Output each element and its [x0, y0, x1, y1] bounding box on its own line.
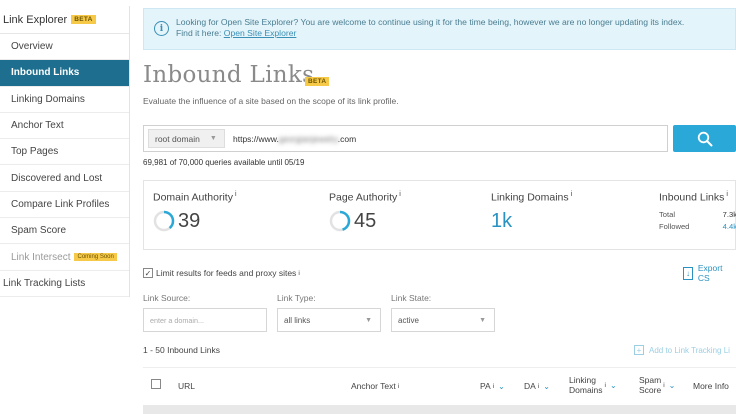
table-first-row	[143, 405, 736, 414]
sidebar-item-link-tracking-lists[interactable]: Link Tracking Lists	[0, 271, 129, 297]
link-state-select[interactable]: active ▼	[391, 308, 495, 332]
column-linking-domains[interactable]: Linking Domains i ⌄	[569, 375, 617, 395]
da-ring-icon	[153, 210, 175, 232]
sidebar-item-top-pages[interactable]: Top Pages	[0, 139, 129, 166]
sidebar-item-anchor-text[interactable]: Anchor Text	[0, 113, 129, 140]
notice-banner: i Looking for Open Site Explorer? You ar…	[143, 8, 736, 50]
sidebar-item-inbound-links[interactable]: Inbound Links	[0, 60, 129, 87]
inbound-total-row: Total 7.3k	[659, 209, 736, 219]
query-quota: 69,981 of 70,000 queries available until…	[143, 158, 305, 167]
chevron-down-icon: ⌄	[668, 380, 676, 390]
beta-badge: BETA	[71, 15, 96, 24]
metric-value: 39	[153, 210, 237, 233]
plus-icon: +	[634, 345, 644, 355]
metric-domain-authority: Domain Authority i 39	[153, 191, 237, 233]
sidebar-item-label: Spam Score	[11, 225, 67, 237]
link-source-input[interactable]: enter a domain...	[143, 308, 267, 332]
metric-page-authority: Page Authority i 45	[329, 191, 401, 233]
sidebar-item-label: Link Tracking Lists	[3, 277, 86, 289]
sidebar-item-label: Link Intersect	[11, 251, 71, 263]
sidebar-item-link-intersect: Link Intersect Coming Soon	[0, 244, 129, 271]
page-subtitle: Evaluate the influence of a site based o…	[143, 96, 399, 106]
link-state-label: Link State:	[391, 293, 432, 303]
chevron-down-icon: ⌄	[543, 381, 550, 391]
select-all-checkbox[interactable]	[151, 379, 161, 389]
pa-ring-icon	[329, 210, 351, 232]
sidebar-item-overview[interactable]: Overview	[0, 34, 129, 61]
link-type-label: Link Type:	[277, 293, 316, 303]
scope-value: root domain	[155, 133, 200, 144]
notice-text: Looking for Open Site Explorer? You are …	[176, 17, 684, 39]
sidebar-item-label: Linking Domains	[11, 93, 85, 105]
page-title: Inbound Links	[143, 62, 315, 88]
sidebar-title: Link Explorer	[3, 13, 68, 26]
notice-line-1: Looking for Open Site Explorer? You are …	[176, 17, 685, 27]
download-icon: ↓	[683, 266, 693, 280]
open-site-explorer-link[interactable]: Open Site Explorer	[224, 28, 297, 38]
metric-value[interactable]: 1k	[491, 210, 572, 233]
column-url[interactable]: URL	[178, 381, 195, 391]
metric-linking-domains: Linking Domains i 1k	[491, 191, 572, 233]
link-type-value: all links	[284, 315, 311, 325]
url-suffix: .com	[337, 133, 357, 144]
column-more-info[interactable]: More Info	[693, 381, 729, 391]
scope-select[interactable]: root domain ▼	[148, 129, 225, 148]
search-icon	[697, 131, 712, 146]
sidebar-item-spam-score[interactable]: Spam Score	[0, 218, 129, 245]
link-state-value: active	[398, 315, 419, 325]
sidebar-item-compare-link-profiles[interactable]: Compare Link Profiles	[0, 192, 129, 219]
info-icon: i	[154, 21, 169, 36]
sidebar-nav: Link Explorer BETA Overview Inbound Link…	[0, 6, 130, 297]
add-tracking-label: Add to Link Tracking Li	[649, 345, 730, 355]
limit-results-option[interactable]: ✓ Limit results for feeds and proxy site…	[143, 268, 300, 278]
chevron-down-icon: ⌄	[498, 381, 505, 391]
link-type-select[interactable]: all links ▼	[277, 308, 381, 332]
inbound-followed-row: Followed 4.4k	[659, 221, 736, 231]
title-beta-badge: BETA	[305, 77, 330, 86]
search-button[interactable]	[673, 125, 736, 152]
export-label: Export CS	[697, 263, 723, 283]
search-bar: root domain ▼ https://www.georgianjewelr…	[143, 125, 668, 152]
chevron-down-icon: ▼	[365, 316, 372, 324]
url-blurred: georgianjewelry	[278, 133, 338, 144]
sidebar-item-label: Discovered and Lost	[11, 172, 103, 184]
sidebar-header[interactable]: Link Explorer BETA	[0, 6, 129, 34]
metric-label: Page Authority i	[329, 191, 401, 204]
column-anchor-text[interactable]: Anchor Text i	[351, 381, 399, 391]
export-csv-button[interactable]: ↓ Export CS	[683, 263, 736, 283]
metric-inbound-links: Inbound Links i Total 7.3k Followed 4.4k	[659, 191, 736, 231]
chevron-down-icon: ▼	[479, 316, 486, 324]
url-input[interactable]: https://www.georgianjewelry.com	[233, 134, 356, 144]
metrics-panel: Domain Authority i 39 Page Authority i 45 …	[143, 180, 736, 250]
metric-label: Domain Authority i	[153, 191, 237, 204]
table-header: URL Anchor Text i PA i ⌄ DA i ⌄ Linking Domain…	[143, 367, 736, 405]
chevron-down-icon: ▼	[209, 135, 217, 142]
limit-label: Limit results for feeds and proxy sites	[156, 268, 297, 278]
coming-soon-badge: Coming Soon	[74, 253, 117, 262]
sidebar-item-label: Anchor Text	[11, 120, 64, 132]
column-spam-score[interactable]: Spam Score i ⌄	[639, 375, 675, 395]
results-count: 1 - 50 Inbound Links	[143, 345, 221, 355]
limit-checkbox[interactable]: ✓	[143, 268, 153, 278]
add-to-tracking-button[interactable]: + Add to Link Tracking Li	[634, 345, 730, 355]
link-source-label: Link Source:	[143, 293, 191, 303]
sidebar-item-label: Compare Link Profiles	[11, 198, 110, 210]
metric-label: Linking Domains i	[491, 191, 573, 204]
metric-label: Inbound Links i	[659, 191, 728, 204]
url-prefix: https://www.	[233, 133, 279, 144]
metric-value: 45	[329, 210, 401, 233]
chevron-down-icon: ⌄	[610, 380, 617, 390]
sidebar-item-discovered-lost[interactable]: Discovered and Lost	[0, 165, 129, 192]
notice-prefix: Find it here:	[176, 28, 224, 38]
notice-line-2: Find it here: Open Site Explorer	[176, 28, 684, 39]
column-pa[interactable]: PA i ⌄	[480, 381, 505, 391]
column-da[interactable]: DA i ⌄	[524, 381, 550, 391]
sidebar-item-label: Overview	[11, 41, 53, 53]
sidebar-item-linking-domains[interactable]: Linking Domains	[0, 87, 129, 113]
sidebar-item-label: Inbound Links	[11, 67, 80, 79]
sidebar-item-label: Top Pages	[11, 146, 59, 158]
